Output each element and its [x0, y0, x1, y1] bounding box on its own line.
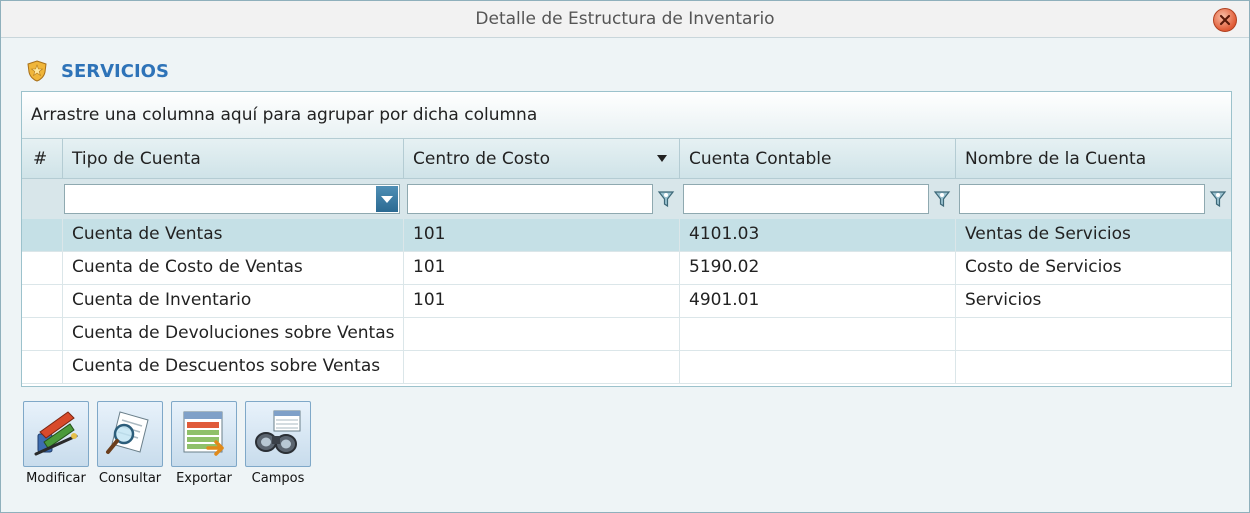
cell-nombre[interactable] [956, 318, 1231, 351]
dropdown-button[interactable] [376, 186, 398, 212]
close-icon [1219, 14, 1231, 26]
cell-centro[interactable] [404, 351, 680, 384]
campos-button[interactable] [245, 401, 311, 467]
cell-tipo[interactable]: Cuenta de Costo de Ventas [63, 252, 404, 285]
cell-cuenta[interactable]: 4101.03 [680, 219, 956, 252]
filter-nombre-input[interactable] [959, 184, 1205, 214]
column-header-cuenta[interactable]: Cuenta Contable [680, 139, 956, 179]
table-row[interactable]: Cuenta de Devoluciones sobre Ventas [22, 318, 1231, 351]
filter-centro-input[interactable] [407, 184, 653, 214]
cell-centro[interactable] [404, 318, 680, 351]
cell-cuenta[interactable] [680, 351, 956, 384]
data-grid: Arrastre una columna aquí para agrupar p… [21, 91, 1232, 387]
sort-descending-icon [657, 155, 667, 162]
table-row[interactable]: Cuenta de Costo de Ventas 101 5190.02 Co… [22, 252, 1231, 285]
group-by-hint: Arrastre una columna aquí para agrupar p… [31, 105, 538, 125]
row-indicator [22, 252, 63, 285]
funnel-icon[interactable] [657, 189, 675, 209]
exportar-button[interactable] [171, 401, 237, 467]
cell-cuenta[interactable]: 5190.02 [680, 252, 956, 285]
cell-cuenta[interactable]: 4901.01 [680, 285, 956, 318]
row-indicator [22, 351, 63, 384]
close-button[interactable] [1213, 8, 1237, 32]
spreadsheet-export-icon [183, 411, 224, 456]
shield-icon [27, 60, 47, 82]
filter-tipo-dropdown[interactable] [64, 184, 400, 214]
binoculars-icon [255, 410, 301, 454]
filter-row [22, 179, 1231, 220]
title-bar: Detalle de Estructura de Inventario [1, 1, 1249, 38]
exportar-label: Exportar [176, 471, 232, 486]
cell-centro[interactable]: 101 [404, 219, 680, 252]
cell-cuenta[interactable] [680, 318, 956, 351]
exportar-tool: Exportar [169, 401, 239, 486]
modificar-button[interactable] [23, 401, 89, 467]
table-row[interactable]: Cuenta de Inventario 101 4901.01 Servici… [22, 285, 1231, 318]
cell-nombre[interactable] [956, 351, 1231, 384]
section-title: SERVICIOS [61, 60, 169, 82]
cell-nombre[interactable]: Ventas de Servicios [956, 219, 1231, 252]
action-toolbar: Modificar Consultar Exportar Campos [21, 401, 317, 486]
cell-tipo[interactable]: Cuenta de Ventas [63, 219, 404, 252]
row-indicator [22, 219, 63, 252]
window-title: Detalle de Estructura de Inventario [475, 9, 775, 29]
modificar-tool: Modificar [21, 401, 91, 486]
consultar-tool: Consultar [95, 401, 165, 486]
funnel-icon[interactable] [1209, 189, 1227, 209]
modificar-label: Modificar [26, 471, 86, 486]
magnifier-document-icon [106, 411, 149, 454]
cell-centro[interactable]: 101 [404, 285, 680, 318]
cell-nombre[interactable]: Servicios [956, 285, 1231, 318]
chevron-down-icon [381, 195, 393, 203]
cell-tipo[interactable]: Cuenta de Descuentos sobre Ventas [63, 351, 404, 384]
table-row[interactable]: Cuenta de Descuentos sobre Ventas [22, 351, 1231, 384]
consultar-button[interactable] [97, 401, 163, 467]
column-header-tipo[interactable]: Tipo de Cuenta [63, 139, 404, 179]
campos-tool: Campos [243, 401, 313, 486]
filter-cuenta-input[interactable] [683, 184, 929, 214]
table-row[interactable]: Cuenta de Ventas 101 4101.03 Ventas de S… [22, 219, 1231, 252]
consultar-label: Consultar [98, 471, 162, 486]
funnel-icon[interactable] [933, 189, 951, 209]
row-indicator [22, 285, 63, 318]
pen-tools-icon [34, 411, 78, 456]
section-header: SERVICIOS [25, 57, 169, 85]
group-by-panel[interactable]: Arrastre una columna aquí para agrupar p… [22, 92, 1231, 139]
cell-tipo[interactable]: Cuenta de Devoluciones sobre Ventas [63, 318, 404, 351]
cell-tipo[interactable]: Cuenta de Inventario [63, 285, 404, 318]
column-header-nombre[interactable]: Nombre de la Cuenta [956, 139, 1231, 179]
row-indicator [22, 318, 63, 351]
cell-centro[interactable]: 101 [404, 252, 680, 285]
column-header-centro[interactable]: Centro de Costo [404, 139, 680, 179]
campos-label: Campos [251, 471, 305, 486]
dialog-window: Detalle de Estructura de Inventario SERV… [0, 0, 1250, 513]
column-header-number[interactable]: # [22, 139, 63, 179]
cell-nombre[interactable]: Costo de Servicios [956, 252, 1231, 285]
